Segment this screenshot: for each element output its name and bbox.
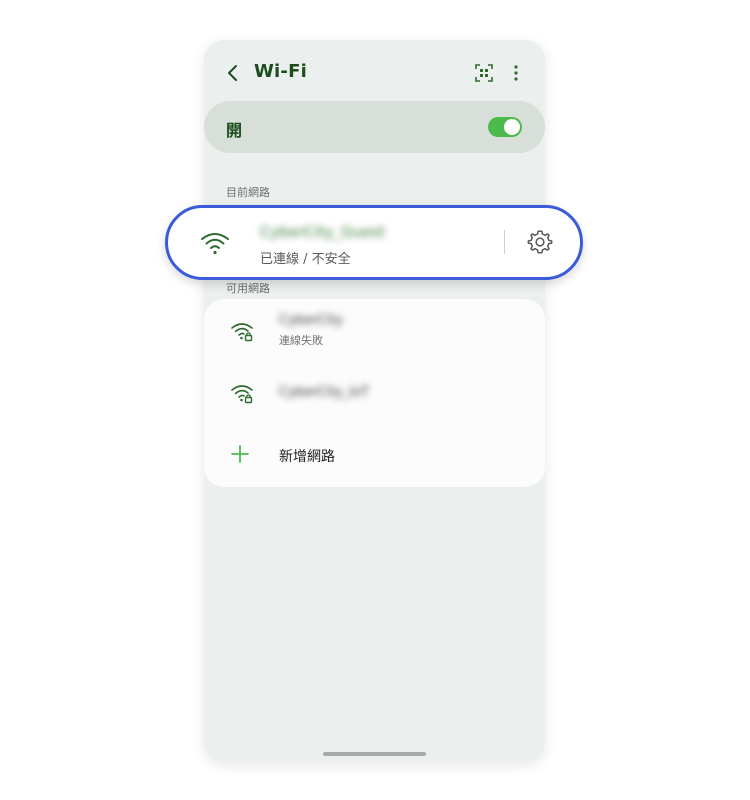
more-vertical-icon	[514, 65, 518, 81]
wifi-toggle-label: 開	[226, 121, 243, 140]
network-status: 連線失敗	[279, 334, 323, 347]
add-network-button[interactable]: 新增網路	[204, 427, 545, 483]
back-button[interactable]	[222, 62, 244, 84]
app-bar: Wi-Fi	[204, 40, 545, 106]
network-name: CyberCity	[279, 313, 343, 328]
divider	[504, 230, 505, 254]
wifi-icon	[201, 233, 229, 255]
qr-scan-button[interactable]	[474, 63, 494, 83]
wifi-settings-screen: Wi-Fi 開 目前網路 可用網路 CyberCity 連線失敗 CyberCi…	[204, 40, 545, 761]
wifi-switch[interactable]	[488, 117, 522, 137]
wifi-lock-icon	[231, 385, 253, 404]
chevron-left-icon	[228, 65, 237, 81]
current-network-card[interactable]: CyberCity_Guest 已連線 / 不安全	[165, 205, 583, 280]
plus-icon	[231, 445, 249, 463]
available-networks-section-label: 可用網路	[226, 282, 270, 295]
network-item-cybercity[interactable]: CyberCity 連線失敗	[204, 301, 545, 361]
current-network-name: CyberCity_Guest	[260, 223, 386, 241]
current-network-status: 已連線 / 不安全	[260, 252, 351, 267]
add-network-label: 新增網路	[279, 449, 335, 465]
switch-knob	[504, 119, 520, 135]
page-title: Wi-Fi	[254, 61, 307, 82]
available-networks-list: CyberCity 連線失敗 CyberCity_IoT 新增網路	[204, 299, 545, 487]
wifi-toggle-row[interactable]: 開	[204, 101, 545, 153]
gear-icon	[527, 230, 553, 254]
current-network-section-label: 目前網路	[226, 186, 270, 199]
gesture-nav-handle[interactable]	[323, 752, 426, 756]
wifi-lock-icon	[231, 323, 253, 342]
more-options-button[interactable]	[506, 63, 526, 83]
network-item-cybercity-iot[interactable]: CyberCity_IoT	[204, 363, 545, 423]
qr-scan-icon	[475, 64, 493, 82]
network-name: CyberCity_IoT	[279, 385, 370, 400]
network-settings-button[interactable]	[526, 228, 554, 256]
